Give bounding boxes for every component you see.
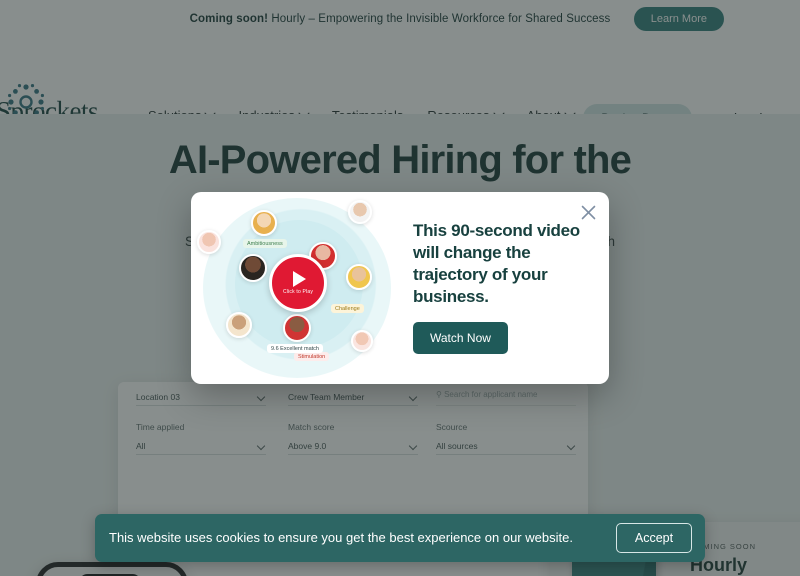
play-button[interactable]: Click to Play xyxy=(269,254,327,312)
avatar xyxy=(351,330,373,352)
avatar xyxy=(346,264,372,290)
cookie-banner-text: This website uses cookies to ensure you … xyxy=(109,530,573,545)
play-button-label: Click to Play xyxy=(282,289,314,295)
video-thumbnail[interactable]: Click to Play Ambitiousness Challenge St… xyxy=(191,192,401,384)
avatar xyxy=(283,314,311,342)
avatar xyxy=(226,312,252,338)
video-promo-modal: Click to Play Ambitiousness Challenge St… xyxy=(191,192,609,384)
trait-tag-challenge: Challenge xyxy=(331,304,364,313)
avatar xyxy=(348,200,372,224)
modal-content: This 90-second video will change the tra… xyxy=(413,220,597,354)
match-score-tag: 9.6 Excellent match xyxy=(267,344,323,353)
trait-tag-stimulation: Stimulation xyxy=(294,352,330,361)
avatar xyxy=(239,254,267,282)
cookie-consent-banner: This website uses cookies to ensure you … xyxy=(95,514,705,562)
watch-now-button[interactable]: Watch Now xyxy=(413,322,508,354)
modal-heading: This 90-second video will change the tra… xyxy=(413,221,580,306)
avatar xyxy=(251,210,277,236)
cookie-accept-button[interactable]: Accept xyxy=(616,523,692,553)
avatar xyxy=(197,230,221,254)
play-icon xyxy=(293,271,306,287)
close-icon-glyph xyxy=(581,205,595,219)
trait-tag-ambitiousness: Ambitiousness xyxy=(243,239,287,248)
